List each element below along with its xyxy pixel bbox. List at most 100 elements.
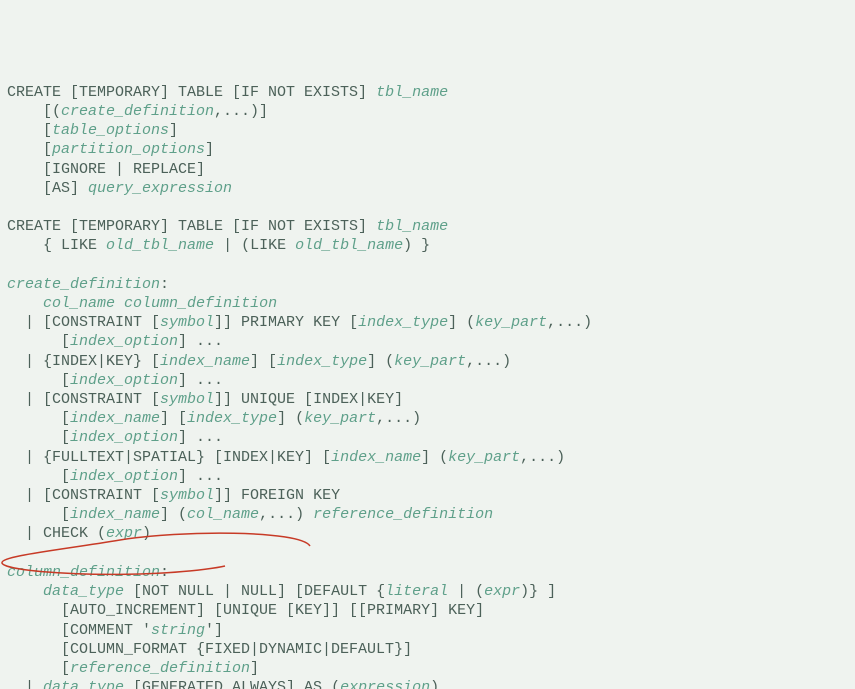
text: | CHECK ( (7, 525, 106, 542)
link-index-option[interactable]: index_option (70, 468, 178, 485)
text: ] ( (421, 449, 448, 466)
text: : (160, 564, 169, 581)
link-table-options[interactable]: table_options (52, 122, 169, 139)
text: | {FULLTEXT|SPATIAL} [INDEX|KEY] [ (7, 449, 331, 466)
text: ,...) (520, 449, 565, 466)
text: ]] FOREIGN KEY (214, 487, 340, 504)
link-col-name[interactable]: col_name (43, 295, 115, 312)
link-key-part[interactable]: key_part (394, 353, 466, 370)
text: ] ( (160, 506, 187, 523)
text: ] (250, 660, 259, 677)
text: [ (7, 468, 70, 485)
text: [IGNORE | REPLACE] (7, 161, 205, 178)
link-symbol[interactable]: symbol (160, 391, 214, 408)
text: ,...) (466, 353, 511, 370)
link-col-name[interactable]: col_name (187, 506, 259, 523)
text: ] ... (178, 333, 223, 350)
text: ) (430, 679, 439, 689)
link-key-part[interactable]: key_part (448, 449, 520, 466)
text (7, 583, 43, 600)
text: [COMMENT ' (7, 622, 151, 639)
text (7, 295, 43, 312)
text: ] ( (277, 410, 304, 427)
text: [ (7, 141, 52, 158)
text: '] (205, 622, 223, 639)
link-key-part[interactable]: key_part (304, 410, 376, 427)
text: | [CONSTRAINT [ (7, 391, 160, 408)
text: ) (142, 525, 151, 542)
text: CREATE [TEMPORARY] TABLE [IF NOT EXISTS] (7, 84, 376, 101)
text: ] ... (178, 468, 223, 485)
link-key-part[interactable]: key_part (475, 314, 547, 331)
text: [ (7, 660, 70, 677)
text: [ (7, 429, 70, 446)
text: ) } (403, 237, 430, 254)
text: [GENERATED ALWAYS] AS ( (124, 679, 340, 689)
def-create-definition[interactable]: create_definition (7, 276, 160, 293)
text: ] (205, 141, 214, 158)
link-index-type[interactable]: index_type (277, 353, 367, 370)
link-tbl-name[interactable]: tbl_name (376, 84, 448, 101)
text: | {INDEX|KEY} [ (7, 353, 160, 370)
link-reference-definition[interactable]: reference_definition (313, 506, 493, 523)
link-create-definition[interactable]: create_definition (61, 103, 214, 120)
link-symbol[interactable]: symbol (160, 314, 214, 331)
text: ] [ (160, 410, 187, 427)
link-index-option[interactable]: index_option (70, 372, 178, 389)
text: ] (169, 122, 178, 139)
text: ,...)] (214, 103, 268, 120)
link-index-name[interactable]: index_name (331, 449, 421, 466)
text: ] ( (448, 314, 475, 331)
link-query-expression[interactable]: query_expression (88, 180, 232, 197)
link-data-type[interactable]: data_type (43, 583, 124, 600)
text: | [CONSTRAINT [ (7, 487, 160, 504)
text: { LIKE (7, 237, 106, 254)
link-index-option[interactable]: index_option (70, 429, 178, 446)
sql-syntax-block: CREATE [TEMPORARY] TABLE [IF NOT EXISTS]… (0, 77, 855, 689)
text: | ( (448, 583, 484, 600)
text: ,...) (376, 410, 421, 427)
text: [NOT NULL | NULL] [DEFAULT { (124, 583, 385, 600)
link-index-type[interactable]: index_type (358, 314, 448, 331)
link-partition-options[interactable]: partition_options (52, 141, 205, 158)
link-index-type[interactable]: index_type (187, 410, 277, 427)
text (115, 295, 124, 312)
text: CREATE [TEMPORARY] TABLE [IF NOT EXISTS] (7, 218, 376, 235)
text: | (LIKE (214, 237, 295, 254)
link-expr[interactable]: expr (106, 525, 142, 542)
text: ,...) (547, 314, 592, 331)
text: [AUTO_INCREMENT] [UNIQUE [KEY]] [[PRIMAR… (7, 602, 484, 619)
text: ,...) (259, 506, 313, 523)
link-column-definition[interactable]: column_definition (124, 295, 277, 312)
link-index-name[interactable]: index_name (70, 410, 160, 427)
link-reference-definition[interactable]: reference_definition (70, 660, 250, 677)
link-old-tbl-name[interactable]: old_tbl_name (295, 237, 403, 254)
link-index-name[interactable]: index_name (70, 506, 160, 523)
text: ] ... (178, 429, 223, 446)
link-index-option[interactable]: index_option (70, 333, 178, 350)
text: ] [ (250, 353, 277, 370)
link-symbol[interactable]: symbol (160, 487, 214, 504)
text: [ (7, 122, 52, 139)
link-index-name[interactable]: index_name (160, 353, 250, 370)
link-old-tbl-name[interactable]: old_tbl_name (106, 237, 214, 254)
text: [COLUMN_FORMAT {FIXED|DYNAMIC|DEFAULT}] (7, 641, 412, 658)
link-expr[interactable]: expr (484, 583, 520, 600)
text: )} ] (520, 583, 556, 600)
text: ]] PRIMARY KEY [ (214, 314, 358, 331)
text: [ (7, 333, 70, 350)
link-data-type[interactable]: data_type (43, 679, 124, 689)
text: [ (7, 410, 70, 427)
def-column-definition[interactable]: column_definition (7, 564, 160, 581)
link-string[interactable]: string (151, 622, 205, 639)
text: ] ... (178, 372, 223, 389)
link-literal[interactable]: literal (385, 583, 448, 600)
text: [AS] (7, 180, 88, 197)
link-tbl-name[interactable]: tbl_name (376, 218, 448, 235)
text: [( (7, 103, 61, 120)
text: [ (7, 372, 70, 389)
text: | (7, 679, 43, 689)
text: ] ( (367, 353, 394, 370)
text: : (160, 276, 169, 293)
link-expression[interactable]: expression (340, 679, 430, 689)
